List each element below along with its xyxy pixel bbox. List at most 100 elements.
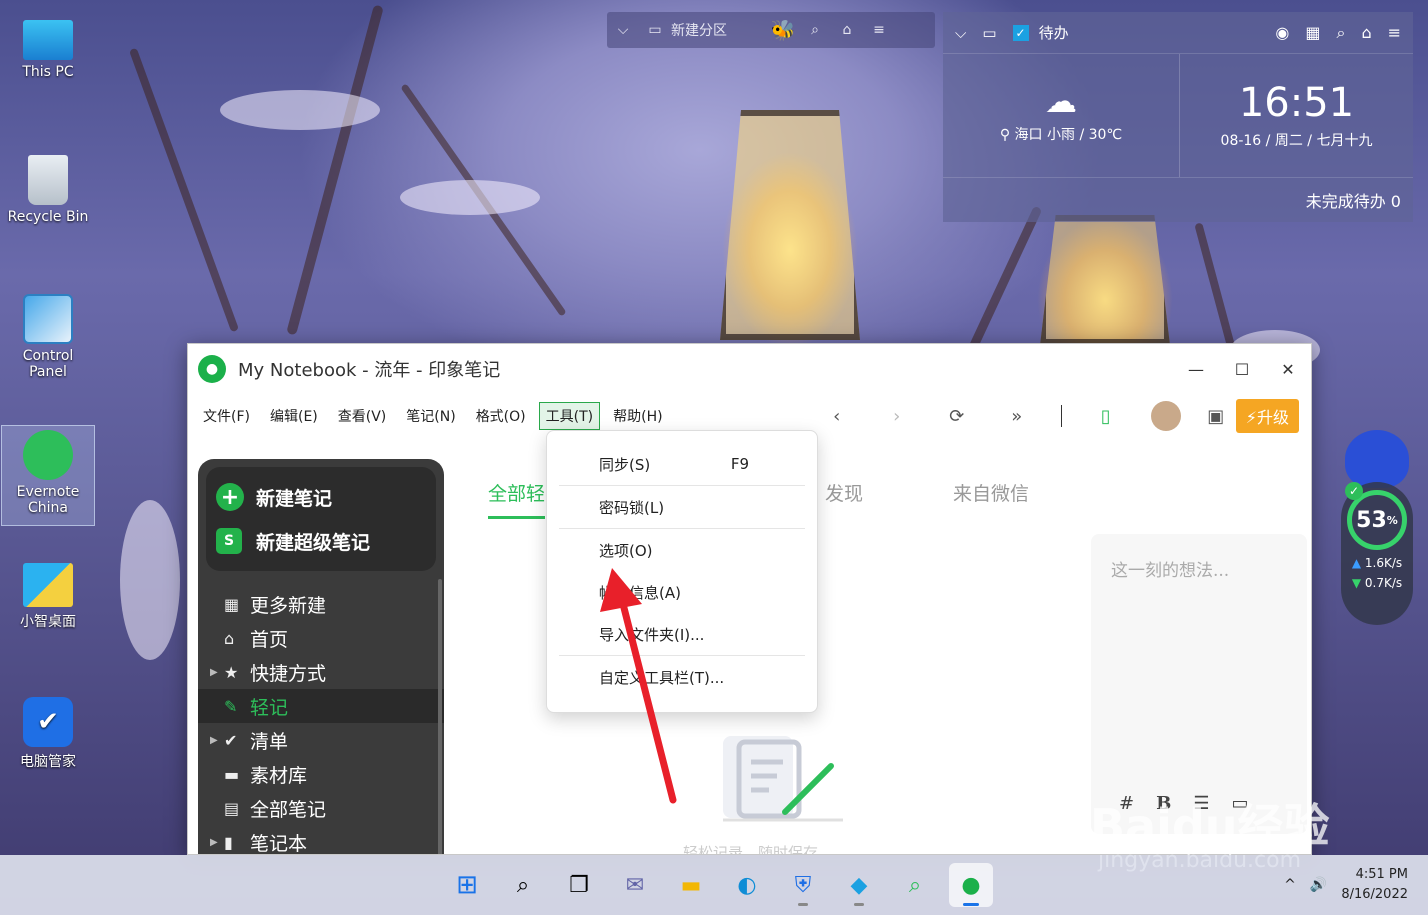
forward-icon[interactable]: › [867, 406, 927, 427]
bee-mascot-icon[interactable]: 🐝 [767, 18, 799, 42]
chevron-up-icon[interactable]: ^ [1284, 877, 1296, 893]
desktop-icon-control-panel[interactable]: Control Panel [2, 294, 94, 380]
partition-label[interactable]: 新建分区 [671, 20, 727, 40]
sidebar-item-quick-notes[interactable]: ✎ 轻记 [198, 689, 444, 723]
taskbar-app-diamond[interactable]: ◆ [837, 863, 881, 907]
sidebar-item-home[interactable]: ⌂ 首页 [198, 621, 444, 655]
menu-help[interactable]: 帮助(H) [606, 402, 669, 430]
volume-icon[interactable]: 🔊 [1310, 877, 1327, 893]
pending-todo-count[interactable]: 未完成待办 0 [1306, 188, 1401, 212]
sidebar-item-notebooks[interactable]: ▶ ▮ 笔记本 [198, 825, 444, 855]
memory-percent: 53 [1356, 507, 1387, 533]
desktop-icon-xiaozhi[interactable]: 小智桌面 [2, 563, 94, 631]
mobile-icon[interactable]: ▯ [1076, 406, 1136, 427]
toolbar-divider [1060, 405, 1062, 427]
window-icon[interactable]: ▭ [639, 22, 671, 38]
desktop-icon-pc-manager[interactable]: ✔ 电脑管家 [2, 697, 94, 771]
menu-item-customize-toolbar[interactable]: 自定义工具栏(T)... [547, 656, 817, 698]
shirt-icon[interactable]: ⌂ [831, 22, 863, 38]
maximize-icon[interactable]: ☐ [1219, 360, 1265, 379]
taskbar-search-green[interactable]: ⌕ [893, 863, 937, 907]
empty-note-illustration-icon [723, 734, 843, 824]
menu-icon[interactable]: ≡ [1388, 23, 1401, 42]
menu-icon[interactable]: ≡ [863, 22, 895, 38]
menu-item-sync[interactable]: 同步(S) F9 [547, 443, 817, 485]
home-icon: ⌂ [224, 628, 235, 648]
tab-wechat[interactable]: 来自微信 [953, 479, 1029, 519]
sidebar-item-more-new[interactable]: ▦ 更多新建 [198, 587, 444, 621]
desktop-icon-evernote[interactable]: Evernote China [1, 425, 95, 526]
taskbar-evernote[interactable]: ● [949, 863, 993, 907]
gift-box-icon[interactable]: ▣ [1196, 406, 1236, 427]
shield-icon: ⛨ [794, 872, 812, 898]
taskbar-clock[interactable]: 4:51 PM 8/16/2022 [1341, 865, 1408, 905]
network-speed-widget[interactable]: ✓ 53% ▲ 1.6K/s ▼ 0.7K/s [1341, 430, 1413, 625]
back-icon[interactable]: ‹ [807, 406, 867, 427]
sidebar-item-label: 快捷方式 [250, 662, 327, 685]
menu-item-label: 自定义工具栏(T)... [599, 668, 725, 687]
sidebar-item-label: 素材库 [250, 764, 308, 787]
taskbar-search[interactable]: ⌕ [501, 863, 545, 907]
menu-edit[interactable]: 编辑(E) [263, 402, 325, 430]
start-button[interactable]: ⊞ [445, 863, 489, 907]
sidebar-item-materials[interactable]: ▬ 素材库 [198, 757, 444, 791]
menu-note[interactable]: 笔记(N) [399, 402, 462, 430]
menu-tools[interactable]: 工具(T) [538, 402, 601, 430]
menu-item-import-folder[interactable]: 导入文件夹(I)... [547, 613, 817, 655]
window-icon[interactable]: ▭ [982, 24, 996, 42]
sidebar-item-shortcuts[interactable]: ▶ ★ 快捷方式 [198, 655, 444, 689]
user-icon[interactable]: ◉ [1275, 23, 1289, 42]
expand-caret-icon[interactable]: ▶ [210, 667, 224, 678]
notebook-icon: ▮ [224, 832, 233, 852]
menu-file[interactable]: 文件(F) [196, 402, 257, 430]
avatar[interactable] [1150, 401, 1181, 431]
shield-icon: ✔ [23, 697, 73, 747]
taskbar-chat[interactable]: ✉ [613, 863, 657, 907]
checkbox-icon[interactable]: ✓ [1012, 24, 1029, 41]
chevron-down-icon[interactable]: ⌵ [955, 24, 966, 42]
lightning-icon: ⚡ [1245, 408, 1257, 427]
search-icon[interactable]: ⌕ [1336, 23, 1345, 43]
chevron-down-icon[interactable]: ⌵ [607, 22, 639, 38]
menu-item-account-info[interactable]: 帐户信息(A) [547, 571, 817, 613]
sidebar-item-label: 清单 [250, 730, 289, 753]
desktop-icon-this-pc[interactable]: This PC [2, 20, 94, 80]
tab-discover[interactable]: 发现 [825, 479, 863, 519]
expand-caret-icon[interactable]: ▶ [210, 837, 224, 848]
upload-speed: 1.6K/s [1364, 556, 1403, 570]
clock-panel: 16:51 08-16 / 周二 / 七月十九 [1180, 54, 1413, 177]
sidebar-item-all-notes[interactable]: ▤ 全部笔记 [198, 791, 444, 825]
menu-view[interactable]: 查看(V) [331, 402, 394, 430]
sync-icon[interactable]: ⟳ [927, 406, 987, 427]
sidebar-scrollbar[interactable] [438, 579, 442, 854]
search-icon[interactable]: ⌕ [799, 22, 831, 38]
check-circle-icon: ✔ [224, 730, 238, 750]
taskbar-pc-manager[interactable]: ⛨ [781, 863, 825, 907]
tab-all[interactable]: 全部轻 [488, 479, 546, 519]
new-super-note-button[interactable]: S 新建超级笔记 [216, 519, 426, 563]
menu-item-label: 帐户信息(A) [599, 583, 681, 602]
desktop-icon-label: Control Panel [22, 348, 74, 380]
new-note-button[interactable]: + 新建笔记 [216, 475, 426, 519]
menu-item-password-lock[interactable]: 密码锁(L) [547, 486, 817, 528]
minimize-icon[interactable]: — [1173, 360, 1219, 379]
quick-note-editor[interactable]: 这一刻的想法... # B ☰ ▭ [1091, 534, 1307, 834]
note-icon: ▤ [224, 798, 240, 818]
taskbar-explorer[interactable]: ▬ [669, 863, 713, 907]
menu-format[interactable]: 格式(O) [469, 402, 533, 430]
menu-item-options[interactable]: 选项(O) [547, 529, 817, 571]
desktop-icon-recycle-bin[interactable]: Recycle Bin [2, 155, 94, 225]
upgrade-button[interactable]: ⚡升级 [1235, 399, 1299, 433]
sidebar-item-checklist[interactable]: ▶ ✔ 清单 [198, 723, 444, 757]
new-super-note-label: 新建超级笔记 [256, 531, 371, 554]
shirt-icon[interactable]: ⌂ [1361, 23, 1371, 42]
check-badge-icon: ✓ [1345, 482, 1363, 500]
taskbar-task-view[interactable]: ❐ [557, 863, 601, 907]
close-icon[interactable]: ✕ [1265, 360, 1311, 379]
taskbar-edge[interactable]: ◐ [725, 863, 769, 907]
clock-time: 4:51 PM [1355, 867, 1408, 882]
menu-item-label: 密码锁(L) [599, 498, 665, 517]
calendar-icon[interactable]: ▦ [1305, 23, 1320, 42]
expand-caret-icon[interactable]: ▶ [210, 735, 224, 746]
more-icon[interactable]: » [987, 406, 1047, 427]
